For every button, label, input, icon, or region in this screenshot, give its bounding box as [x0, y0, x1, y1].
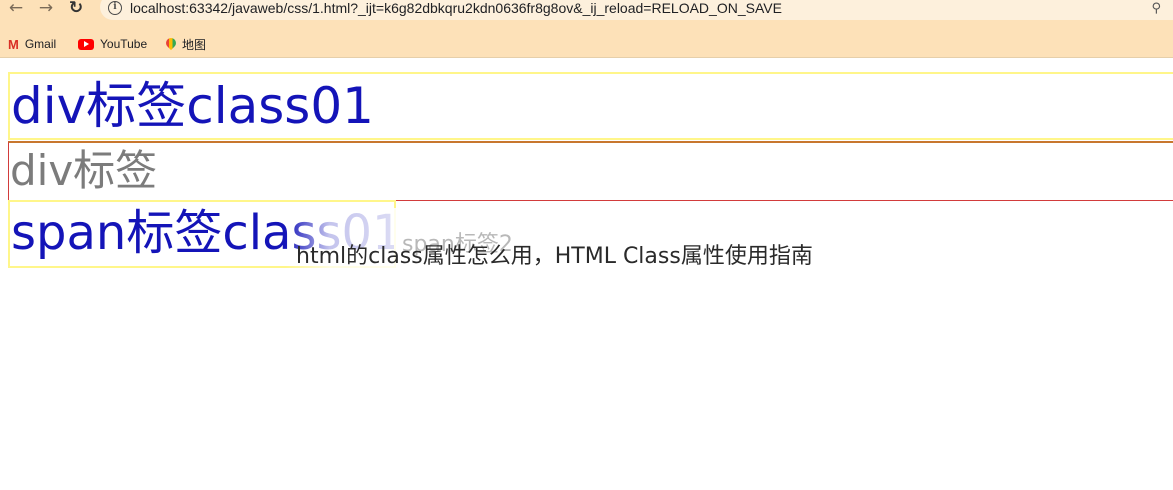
forward-button[interactable]: → [36, 0, 56, 18]
address-bar[interactable]: i localhost:63342/javaweb/css/1.html?_ij… [100, 0, 1173, 20]
site-info-icon[interactable]: i [108, 1, 122, 15]
reload-icon: ↻ [68, 0, 84, 18]
div-plain: div标签 [8, 141, 1173, 201]
bookmarks-bar: M Gmail YouTube 地图 [0, 30, 1173, 58]
maps-icon [166, 38, 176, 51]
div-class01: div标签class01 [8, 72, 1173, 140]
url-text[interactable]: localhost:63342/javaweb/css/1.html?_ijt=… [130, 0, 782, 16]
browser-toolbar: ← → ↻ i localhost:63342/javaweb/css/1.ht… [0, 0, 1173, 30]
arrow-right-icon: → [38, 0, 54, 18]
zoom-icon[interactable]: ⚲ [1151, 1, 1161, 16]
bookmark-label: Gmail [24, 37, 57, 51]
gmail-icon: M [8, 36, 19, 52]
reload-button[interactable]: ↻ [66, 0, 86, 18]
bookmark-label: 地图 [182, 37, 207, 52]
caption-overlay: html的class属性怎么用，HTML Class属性使用指南 [296, 244, 813, 269]
bookmark-label: YouTube [100, 37, 148, 51]
youtube-icon [78, 38, 94, 50]
bookmark-youtube[interactable]: YouTube [78, 34, 147, 54]
bookmark-gmail[interactable]: M Gmail [8, 34, 56, 54]
back-button[interactable]: ← [6, 0, 26, 18]
arrow-left-icon: ← [8, 0, 24, 18]
bookmark-maps[interactable]: 地图 [166, 34, 206, 54]
page-content: div标签class01 div标签 span标签class01 span标签2… [0, 58, 1173, 490]
